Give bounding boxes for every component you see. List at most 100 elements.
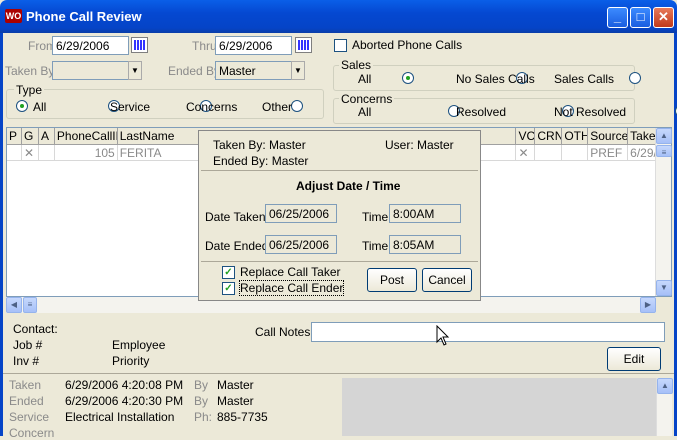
grid-vertical-scrollbar[interactable]: ▲ ≡ ▼ [655,128,672,296]
cell-vc: ✕ [516,145,536,160]
cell-crn [535,145,563,160]
type-service-label: Service [110,100,151,114]
time-ended-input[interactable]: 8:05AM [389,235,461,254]
scroll-left-icon[interactable]: ◀ [6,297,22,313]
cell-source: PREF [588,145,629,160]
edit-button[interactable]: Edit [607,347,661,371]
sales-group-title: Sales [339,58,374,72]
popup-user: User: Master [385,138,454,152]
date-taken-input[interactable]: 06/25/2006 [265,204,337,223]
ended-by-input[interactable]: Master [215,61,292,80]
concern-label: Concern [9,426,55,440]
scroll-up-icon[interactable]: ▲ [656,128,672,144]
date-ended-input[interactable]: 06/25/2006 [265,235,337,254]
col-phonecallid[interactable]: PhoneCallID [55,128,118,144]
popup-taken-by: Taken By: Master [213,138,306,152]
type-all-radio[interactable] [16,100,28,112]
date-ended-label: Date Ended [205,239,269,253]
replace-ender-label: Replace Call Ender [238,280,345,296]
type-concerns-label: Concerns [186,100,238,114]
mouse-cursor-icon [436,325,450,346]
ended-value: 6/29/2006 4:20:30 PM [65,394,184,408]
call-notes-label: Call Notes [255,325,311,339]
ended-by-label-2: By [194,394,209,408]
col-vc[interactable]: VC [516,128,536,144]
ended-by-label: Ended By [168,64,221,78]
concerns-not-resolved-label: Not Resolved [554,105,627,119]
from-calendar-icon[interactable] [131,37,148,53]
taken-by-dropdown-icon[interactable]: ▼ [128,61,142,80]
cancel-button[interactable]: Cancel [422,268,472,292]
replace-ender-checkbox[interactable]: ✓ [222,282,235,295]
ended-by-value: Master [217,394,254,408]
employee-label: Employee [112,338,166,352]
cell-g: ✕ [22,145,39,160]
taken-value: 6/29/2006 4:20:08 PM [65,378,184,392]
inv-label: Inv # [13,354,40,368]
sales-none-label: No Sales Calls [456,72,535,86]
col-g[interactable]: G [22,128,39,144]
concerns-group-title: Concerns [339,92,395,106]
replace-taker-checkbox[interactable]: ✓ [222,266,235,279]
hscroll-thumb[interactable]: ≡ [23,297,37,313]
ended-by-dropdown-icon[interactable]: ▼ [291,61,305,80]
scroll-thumb[interactable]: ≡ [656,145,672,157]
time-taken-label: Time [362,210,389,224]
taken-by-label-2: By [194,378,209,392]
minimize-button[interactable]: _ [607,7,628,28]
cell-oth [562,145,589,160]
concerns-all-label: All [358,105,372,119]
taken-label: Taken [9,378,42,392]
service-value: Electrical Installation [65,410,175,424]
from-date-input[interactable]: 6/29/2006 [52,36,129,55]
adjust-datetime-dialog: Taken By: Master User: Master Ended By: … [198,130,481,301]
details-panel [342,378,656,436]
priority-label: Priority [112,354,150,368]
popup-divider-2 [201,261,478,262]
thru-calendar-icon[interactable] [295,37,312,53]
window-title: Phone Call Review [26,9,142,24]
ended-label: Ended [9,394,44,408]
call-notes-input[interactable] [311,322,665,342]
details-divider [3,373,674,374]
taken-by-value: Master [217,378,254,392]
type-other-radio[interactable] [291,100,304,112]
aborted-checkbox[interactable] [334,39,347,52]
replace-taker-label: Replace Call Taker [240,265,341,279]
time-ended-label: Time [362,239,389,253]
details-scrollbar[interactable]: ▲ [656,378,673,436]
cell-p [7,145,22,160]
cell-phonecallid: 105 [55,145,118,160]
col-source[interactable]: Source [588,128,629,144]
thru-date-input[interactable]: 6/29/2006 [215,36,292,55]
phone-label: Ph: [194,410,213,424]
scroll-right-icon[interactable]: ▶ [640,297,656,313]
aborted-label: Aborted Phone Calls [352,38,463,52]
date-taken-label: Date Taken [205,210,266,224]
col-crn[interactable]: CRN [535,128,563,144]
sales-calls-radio[interactable] [629,72,642,84]
time-taken-input[interactable]: 8:00AM [389,204,461,223]
cell-a [39,145,55,160]
taken-by-label: Taken By [5,64,55,78]
sales-calls-label: Sales Calls [554,72,615,86]
col-oth[interactable]: OTH [562,128,589,144]
popup-divider [201,170,478,171]
taken-by-input[interactable] [52,61,129,80]
concerns-resolved-label: Resolved [456,105,507,119]
popup-ended-by: Ended By: Master [213,154,309,168]
col-p[interactable]: P [7,128,22,144]
job-label: Job # [13,338,43,352]
type-all-label: All [33,100,47,114]
type-group-title: Type [14,83,45,97]
details-scroll-up-icon[interactable]: ▲ [657,378,673,394]
type-other-label: Other [262,100,293,114]
app-icon: WO [5,9,22,23]
sales-all-label: All [358,72,372,86]
maximize-button[interactable]: □ [630,7,651,28]
close-button[interactable]: ✕ [653,7,674,28]
contact-label: Contact: [13,322,58,336]
col-a[interactable]: A [39,128,55,144]
post-button[interactable]: Post [367,268,417,292]
scroll-down-icon[interactable]: ▼ [656,280,672,296]
